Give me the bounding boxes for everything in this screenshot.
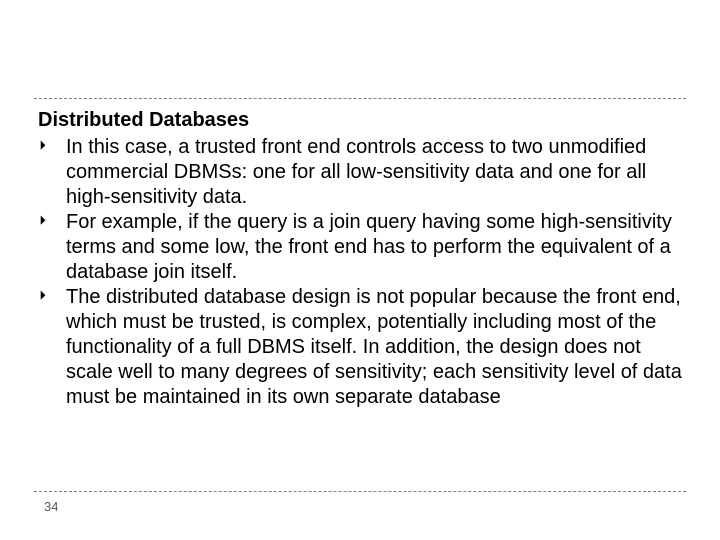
list-item: The distributed database design is not p…: [38, 285, 682, 410]
slide-content: Distributed Databases In this case, a tr…: [38, 108, 682, 410]
divider-bottom: [34, 491, 686, 492]
bullet-text: In this case, a trusted front end contro…: [66, 136, 646, 208]
list-item: For example, if the query is a join quer…: [38, 210, 682, 285]
list-item: In this case, a trusted front end contro…: [38, 135, 682, 210]
slide-heading: Distributed Databases: [38, 108, 682, 133]
bullet-text: For example, if the query is a join quer…: [66, 211, 672, 283]
slide: Distributed Databases In this case, a tr…: [0, 0, 720, 540]
bullet-text: The distributed database design is not p…: [66, 286, 682, 408]
page-number: 34: [44, 499, 58, 514]
bullet-list: In this case, a trusted front end contro…: [38, 135, 682, 410]
divider-top: [34, 98, 686, 99]
